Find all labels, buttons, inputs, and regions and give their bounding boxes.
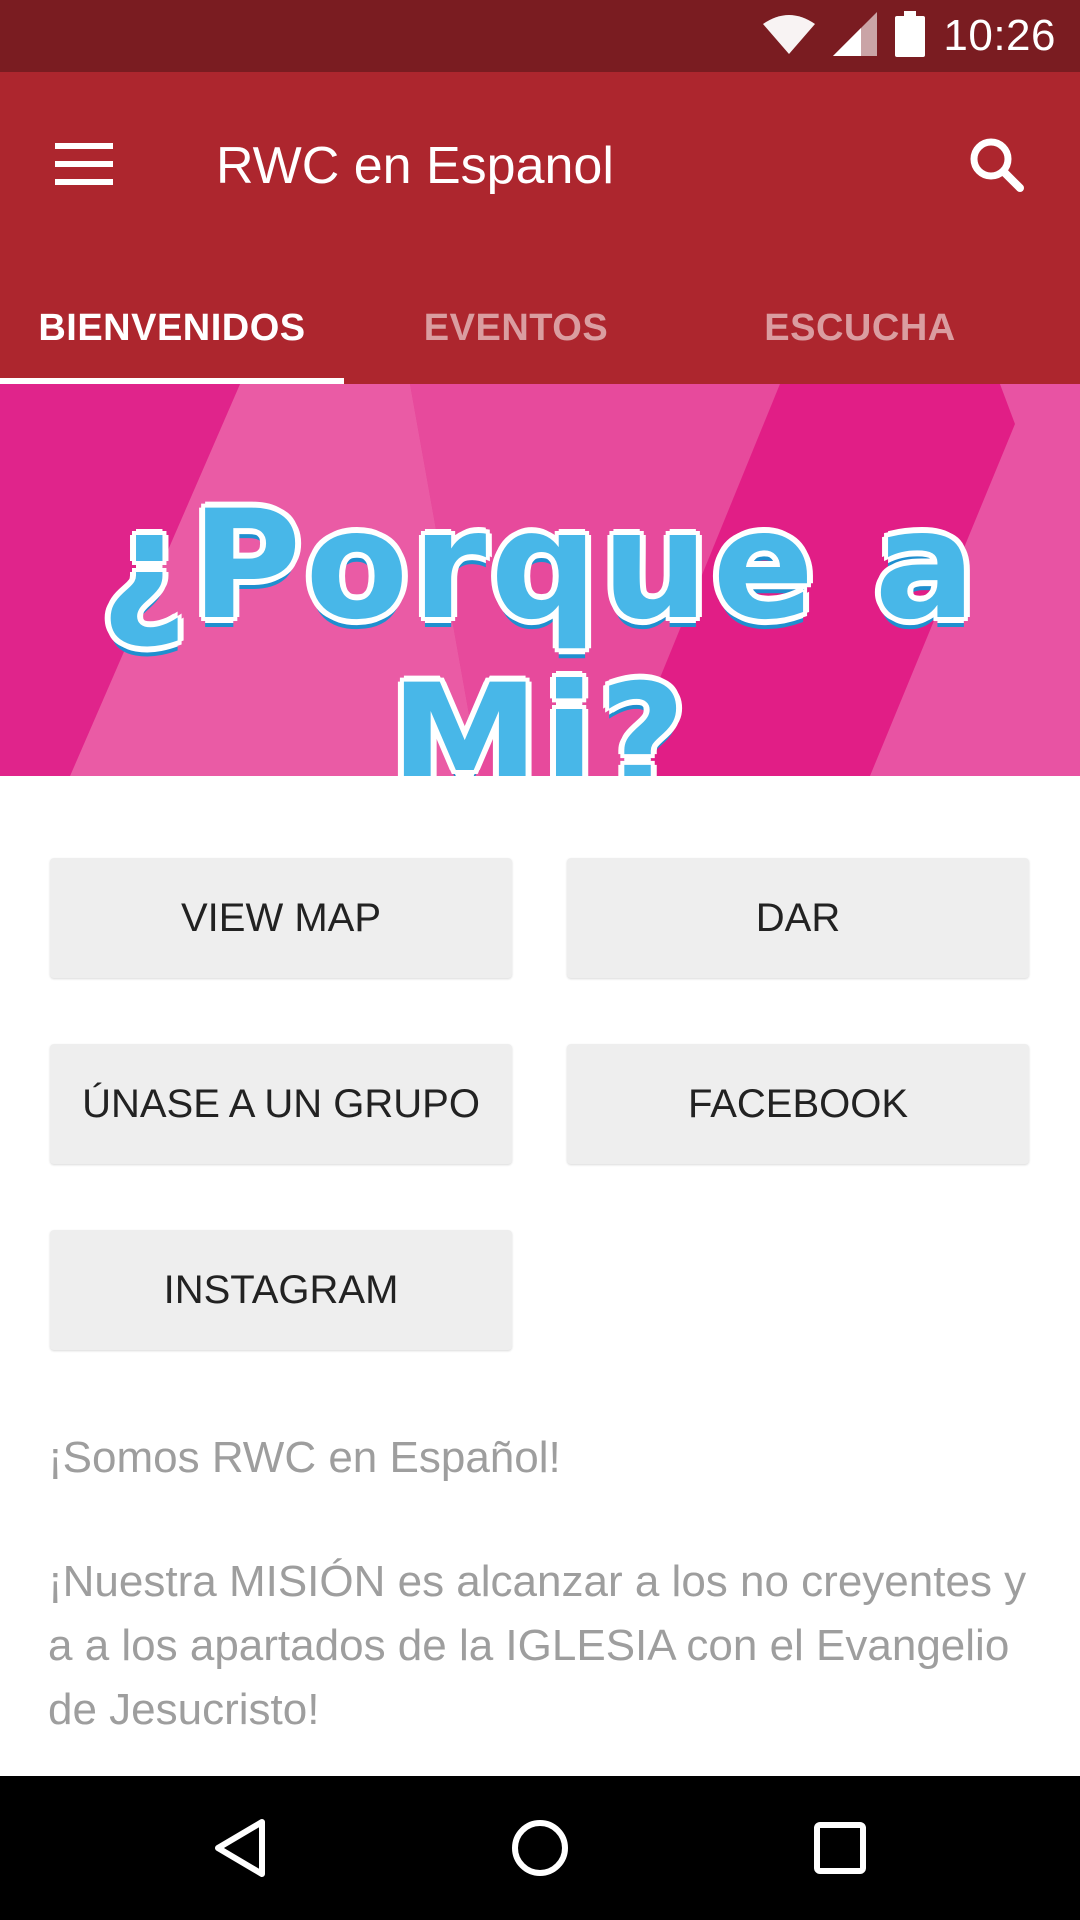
facebook-button[interactable]: FACEBOOK bbox=[567, 1044, 1029, 1164]
tab-bar: BIENVENIDOS EVENTOS ESCUCHA bbox=[0, 272, 1080, 384]
tab-label: BIENVENIDOS bbox=[38, 306, 306, 349]
status-time: 10:26 bbox=[943, 11, 1056, 60]
signal-icon bbox=[833, 11, 878, 61]
banner-image: ¿Porque a Mi? bbox=[0, 384, 1080, 776]
description-heading: ¡Somos RWC en Español! bbox=[48, 1433, 561, 1482]
instagram-button[interactable]: INSTAGRAM bbox=[50, 1230, 512, 1350]
tab-bienvenidos[interactable]: BIENVENIDOS bbox=[0, 272, 344, 384]
wifi-icon bbox=[763, 14, 816, 59]
search-icon[interactable] bbox=[952, 120, 1040, 208]
app-title: RWC en Espanol bbox=[216, 137, 614, 195]
hamburger-menu-icon[interactable] bbox=[40, 120, 128, 208]
app-bar: RWC en Espanol BIENVENIDOS EVENTOS ESCUC… bbox=[0, 72, 1080, 384]
tab-eventos[interactable]: EVENTOS bbox=[344, 272, 688, 384]
status-icons: 10:26 bbox=[763, 0, 1056, 72]
tab-label: ESCUCHA bbox=[764, 306, 956, 349]
dar-button[interactable]: DAR bbox=[567, 858, 1029, 978]
navigation-bar bbox=[0, 1776, 1080, 1920]
view-map-button[interactable]: VIEW MAP bbox=[50, 858, 512, 978]
back-icon[interactable] bbox=[192, 1800, 288, 1896]
tab-label: EVENTOS bbox=[423, 306, 609, 349]
recents-icon[interactable] bbox=[792, 1800, 888, 1896]
battery-icon bbox=[895, 10, 926, 62]
description-body: ¡Nuestra MISIÓN es alcanzar a los no cre… bbox=[48, 1557, 1027, 1734]
banner-title: ¿Porque a Mi? bbox=[100, 479, 980, 776]
join-group-button[interactable]: ÚNASE A UN GRUPO bbox=[50, 1044, 512, 1164]
tab-escucha[interactable]: ESCUCHA bbox=[688, 272, 1032, 384]
status-bar: 10:26 bbox=[0, 0, 1080, 72]
description: ¡Somos RWC en Español! ¡Nuestra MISIÓN e… bbox=[48, 1426, 1038, 1742]
home-icon[interactable] bbox=[492, 1800, 588, 1896]
